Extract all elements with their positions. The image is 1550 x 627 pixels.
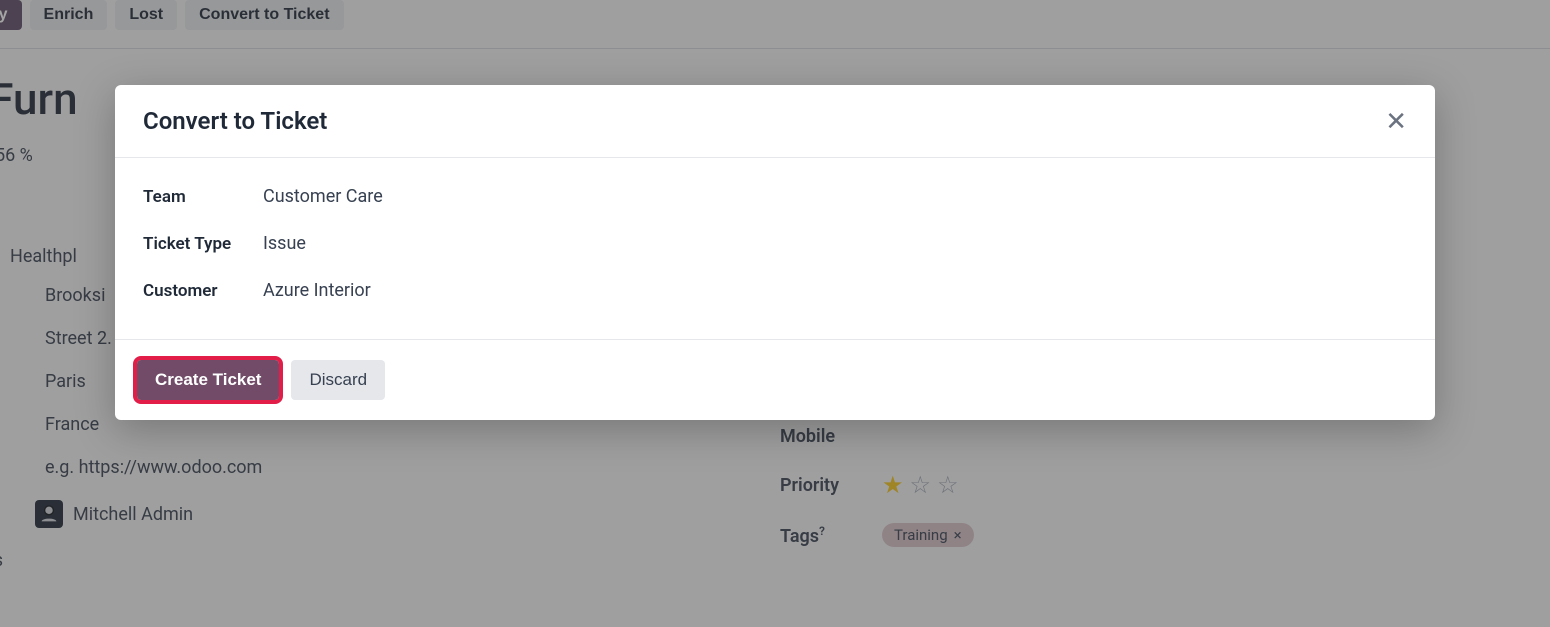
create-ticket-button[interactable]: Create Ticket	[137, 360, 279, 400]
convert-to-ticket-modal: Convert to Ticket ✕ Team Customer Care T…	[115, 85, 1435, 420]
customer-value[interactable]: Azure Interior	[263, 280, 371, 301]
team-label: Team	[143, 187, 263, 207]
modal-overlay: Convert to Ticket ✕ Team Customer Care T…	[0, 0, 1550, 627]
close-icon[interactable]: ✕	[1385, 108, 1407, 134]
customer-label: Customer	[143, 281, 263, 301]
ticket-type-value[interactable]: Issue	[263, 233, 306, 254]
team-value[interactable]: Customer Care	[263, 186, 383, 207]
modal-title: Convert to Ticket	[143, 107, 327, 135]
ticket-type-label: Ticket Type	[143, 234, 263, 254]
discard-button[interactable]: Discard	[291, 360, 385, 400]
